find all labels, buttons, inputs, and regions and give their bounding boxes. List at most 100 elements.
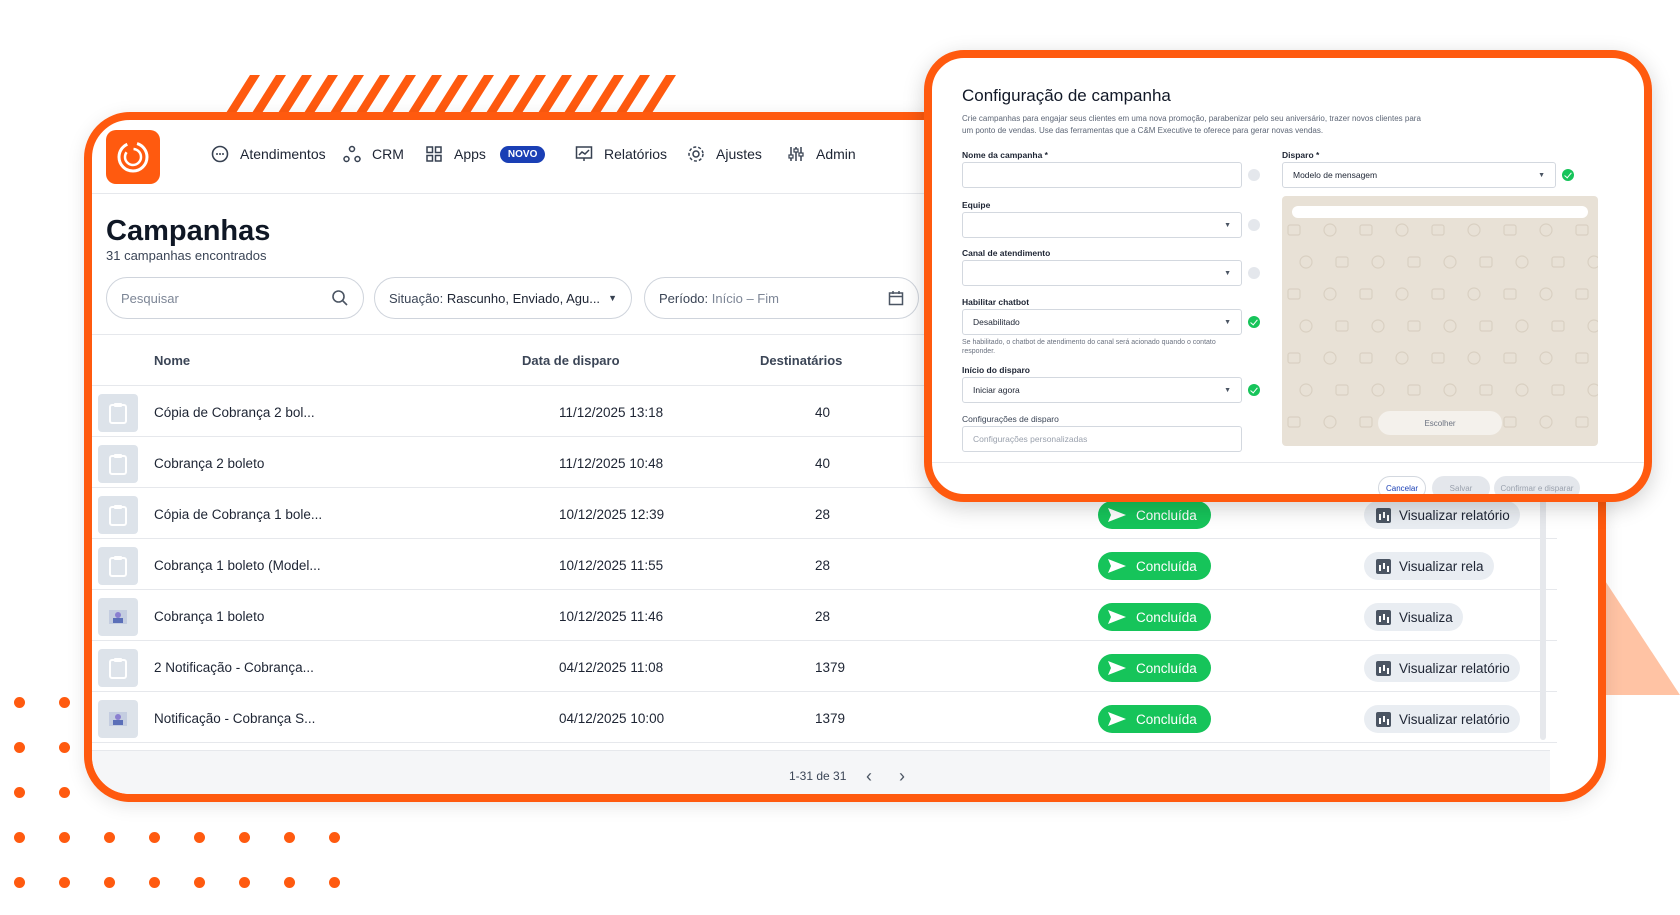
decorative-dot	[149, 877, 160, 888]
pattern-shape	[1467, 287, 1481, 301]
pattern-shape	[1467, 351, 1481, 365]
nav-crm[interactable]: CRM	[342, 144, 404, 164]
status-badge: Concluída	[1098, 654, 1211, 682]
stripe-shape	[226, 75, 260, 113]
view-report-button[interactable]: Visualizar relatório	[1364, 501, 1520, 529]
search-input[interactable]: Pesquisar	[106, 277, 364, 319]
pattern-shape	[1299, 383, 1313, 397]
chevron-down-icon: ▼	[1538, 171, 1545, 179]
cancel-button[interactable]: Cancelar	[1378, 476, 1426, 494]
calendar-icon[interactable]	[888, 290, 904, 306]
decorative-dot	[14, 832, 25, 843]
equipe-select[interactable]: ▼	[962, 212, 1242, 238]
image-thumbnail-icon	[98, 700, 138, 738]
col-destinatarios[interactable]: Destinatários	[760, 353, 842, 368]
canal-select[interactable]: ▼	[962, 260, 1242, 286]
pattern-shape	[1551, 320, 1565, 332]
inicio-select[interactable]: Iniciar agora ▼	[962, 377, 1242, 403]
search-icon[interactable]	[331, 289, 349, 307]
chevron-right-icon[interactable]: ›	[890, 764, 914, 788]
stripe-shape	[356, 75, 390, 113]
config-select[interactable]: Configurações personalizadas	[962, 426, 1242, 452]
campaign-name[interactable]: 2 Notificação - Cobrança...	[154, 660, 314, 675]
pattern-shape	[1431, 224, 1445, 236]
table-row[interactable]: 2 Notificação - Cobrança... 04/12/2025 11…	[92, 641, 1557, 692]
col-nome[interactable]: Nome	[154, 353, 190, 368]
pattern-shape	[1299, 319, 1313, 333]
table-row[interactable]: Notificação - Cobrança S... 04/12/2025 10…	[92, 692, 1557, 743]
chatbot-label: Habilitar chatbot	[962, 297, 1030, 307]
equipe-check-icon	[1248, 219, 1260, 231]
confirm-dispatch-button[interactable]: Confirmar e disparar	[1494, 476, 1580, 494]
view-report-label: Visualizar relatório	[1399, 660, 1510, 676]
view-report-button[interactable]: Visualiza	[1364, 603, 1463, 631]
pattern-shape	[1515, 255, 1529, 269]
status-label: Concluída	[1136, 609, 1197, 625]
pattern-shape	[1371, 255, 1385, 269]
campaign-count: 31 campanhas encontrados	[106, 248, 267, 263]
nav-admin[interactable]: Admin	[786, 144, 856, 164]
recipients-count: 28	[815, 558, 831, 573]
nome-check-icon	[1248, 169, 1260, 181]
disparo-select[interactable]: Modelo de mensagem ▼	[1282, 162, 1556, 188]
nav-relatorios[interactable]: Relatórios	[574, 144, 667, 164]
stripe-shape	[642, 75, 676, 113]
campaign-name[interactable]: Notificação - Cobrança S...	[154, 711, 315, 726]
chatbot-select[interactable]: Desabilitado ▼	[962, 309, 1242, 335]
stripe-shape	[590, 75, 624, 113]
pattern-shape	[1323, 223, 1337, 237]
nav-apps[interactable]: Apps NOVO	[424, 144, 546, 164]
view-report-button[interactable]: Visualizar relatório	[1364, 705, 1520, 733]
view-report-label: Visualizar relatório	[1399, 711, 1510, 727]
pattern-shape	[1551, 384, 1565, 396]
campaign-name[interactable]: Cobrança 1 boleto (Model...	[154, 558, 321, 573]
equipe-label: Equipe	[962, 200, 991, 210]
situacao-select[interactable]: Situação: Rascunho, Enviado, Agu... ▼	[374, 277, 632, 319]
campaign-name[interactable]: Cópia de Cobrança 1 bole...	[154, 507, 322, 522]
send-icon	[1108, 712, 1126, 726]
pattern-shape	[1515, 383, 1529, 397]
stripe-shape	[616, 75, 650, 113]
view-report-button[interactable]: Visualizar rela	[1364, 552, 1494, 580]
pattern-shape	[1551, 256, 1565, 268]
pattern-shape	[1503, 352, 1517, 364]
decorative-dot	[14, 697, 25, 708]
modal-scrollbar[interactable]	[1647, 78, 1652, 378]
col-data[interactable]: Data de disparo	[522, 353, 620, 368]
view-report-label: Visualiza	[1399, 609, 1453, 625]
disparo-check-icon	[1562, 169, 1574, 181]
decorative-dot	[149, 832, 160, 843]
page-title: Campanhas	[106, 215, 271, 247]
view-report-label: Visualizar relatório	[1399, 507, 1510, 523]
nav-ajustes[interactable]: Ajustes	[686, 144, 762, 164]
pattern-shape	[1443, 319, 1457, 333]
search-placeholder: Pesquisar	[121, 290, 179, 306]
table-row[interactable]: Cobrança 1 boleto 10/12/2025 11:46 28 Concl…	[92, 590, 1557, 641]
nav-atendimentos[interactable]: Atendimentos	[210, 144, 326, 164]
view-report-button[interactable]: Visualizar relatório	[1364, 654, 1520, 682]
save-button[interactable]: Salvar	[1432, 476, 1490, 494]
periodo-picker[interactable]: Período: Início – Fim	[644, 277, 919, 319]
stripe-shape	[538, 75, 572, 113]
pattern-shape	[1539, 287, 1553, 301]
pattern-shape	[1335, 384, 1349, 396]
pattern-shape	[1407, 256, 1421, 268]
choose-template-button[interactable]: Escolher	[1378, 411, 1502, 435]
nome-field[interactable]	[962, 162, 1242, 188]
pattern-shape	[1575, 224, 1589, 236]
decorative-dot	[284, 877, 295, 888]
campaign-name[interactable]: Cópia de Cobrança 2 bol...	[154, 405, 315, 420]
table-row[interactable]: Cobrança 1 boleto (Model... 10/12/2025 11…	[92, 539, 1557, 590]
pattern-shape	[1479, 320, 1493, 332]
canal-check-icon	[1248, 267, 1260, 279]
app-logo[interactable]	[106, 130, 160, 184]
campaign-name[interactable]: Cobrança 2 boleto	[154, 456, 264, 471]
decorative-dot	[194, 832, 205, 843]
status-badge: Concluída	[1098, 501, 1211, 529]
nav-label: Admin	[816, 146, 856, 162]
recipients-count: 40	[815, 405, 831, 420]
logo-icon	[117, 141, 149, 173]
chevron-left-icon[interactable]: ‹	[857, 764, 881, 788]
campaign-name[interactable]: Cobrança 1 boleto	[154, 609, 264, 624]
stripe-shape	[564, 75, 598, 113]
